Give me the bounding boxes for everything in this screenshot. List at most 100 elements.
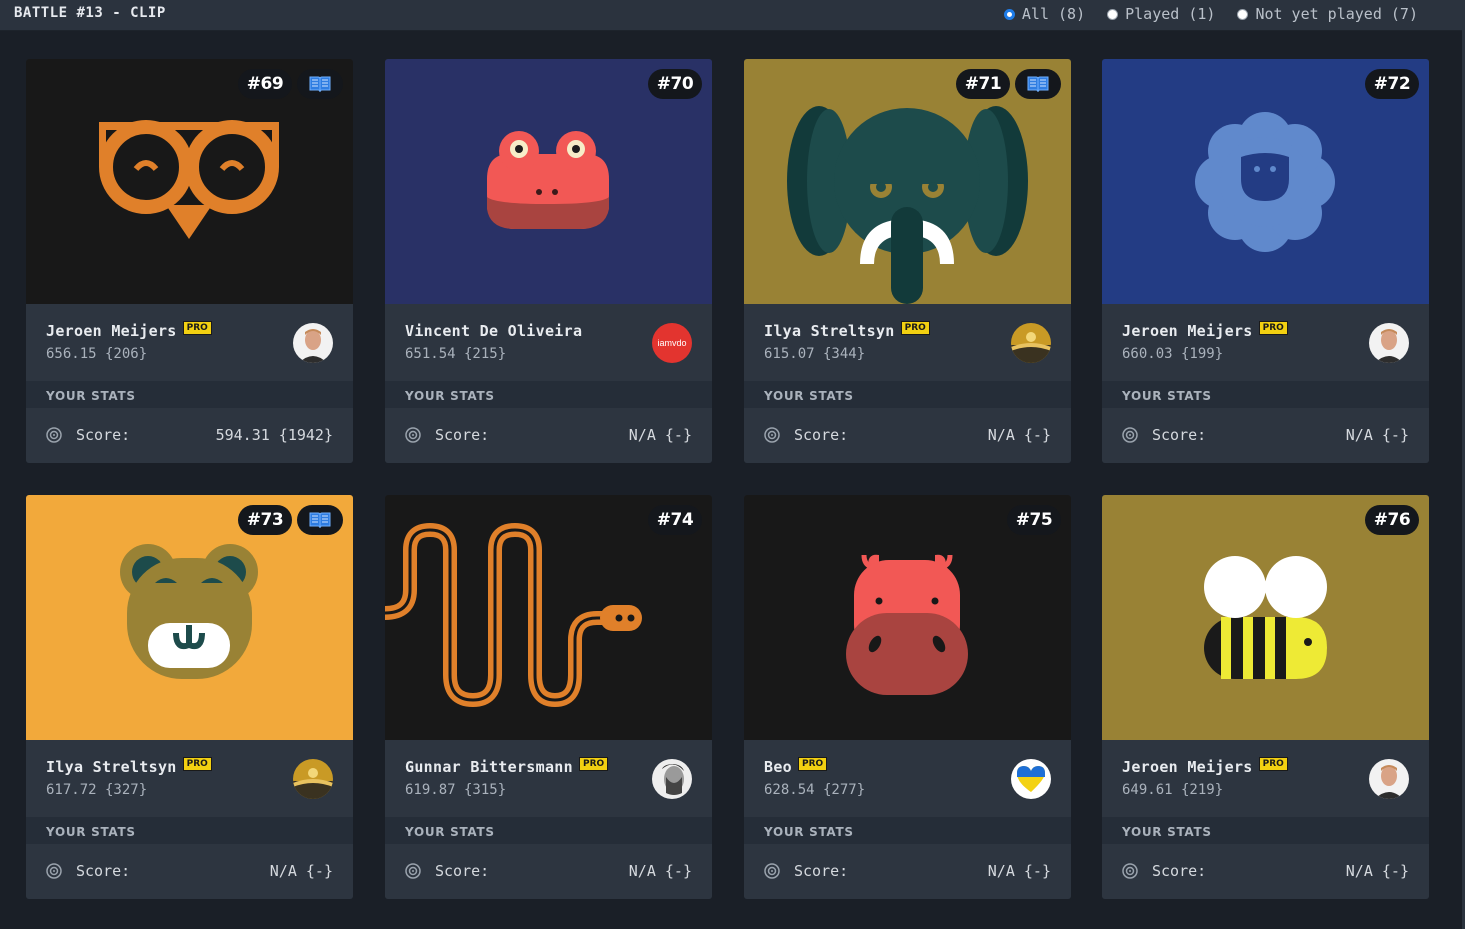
author-score: 651.54 {215}: [405, 346, 507, 362]
author-panel: Ilya Streltsyn PRO 617.72 {327}: [26, 740, 353, 817]
avatar[interactable]: [293, 759, 333, 799]
radio-played[interactable]: [1107, 8, 1119, 20]
target-card-74[interactable]: #74 Gunnar Bittersmann PRO 619.87 {315} …: [385, 495, 712, 899]
pro-badge: PRO: [1258, 757, 1288, 771]
score-row: Score: N/A {-}: [744, 408, 1071, 463]
radio-not-played[interactable]: [1237, 8, 1249, 20]
author-score: 617.72 {327}: [46, 782, 148, 798]
target-number-badge: #72: [1365, 69, 1419, 99]
score-value: N/A {-}: [628, 862, 692, 880]
author-panel: Jeroen Meijers PRO 649.61 {219}: [1102, 740, 1429, 817]
author-name[interactable]: Jeroen Meijers: [1122, 758, 1253, 776]
avatar[interactable]: [1011, 759, 1051, 799]
your-stats-label: YOUR STATS: [764, 389, 854, 403]
score-row: Score: N/A {-}: [26, 844, 353, 899]
target-icon: [1122, 863, 1138, 879]
target-number-badge: #69: [238, 69, 292, 99]
battle-title: BATTLE #13 - CLIP: [14, 5, 166, 21]
card-badges: #72: [1365, 69, 1419, 99]
target-icon: [46, 863, 62, 879]
author-panel: Beo PRO 628.54 {277}: [744, 740, 1071, 817]
author-name[interactable]: Beo: [764, 758, 792, 776]
author-panel: Ilya Streltsyn PRO 615.07 {344}: [744, 304, 1071, 381]
card-badges: #71: [956, 69, 1061, 99]
avatar[interactable]: [652, 759, 692, 799]
target-icon: [1122, 427, 1138, 443]
target-icon: [405, 863, 421, 879]
radio-all[interactable]: [1003, 8, 1015, 20]
score-label: Score:: [435, 862, 490, 880]
card-badges: #76: [1365, 505, 1419, 535]
author-score: 660.03 {199}: [1122, 346, 1224, 362]
your-stats-label: YOUR STATS: [1122, 825, 1212, 839]
author-panel: Vincent De Oliveira 651.54 {215} iamvdo: [385, 304, 712, 381]
author-score: 656.15 {206}: [46, 346, 148, 362]
target-number-badge: #70: [648, 69, 702, 99]
filter-all[interactable]: All (8): [1003, 5, 1086, 23]
score-label: Score:: [76, 426, 131, 444]
card-badges: #70: [648, 69, 702, 99]
filter-not-played-label: Not yet played (7): [1255, 5, 1418, 23]
filter-not-played[interactable]: Not yet played (7): [1237, 5, 1418, 23]
target-number-badge: #76: [1365, 505, 1419, 535]
target-icon: [764, 427, 780, 443]
avatar[interactable]: [1011, 323, 1051, 363]
author-score: 628.54 {277}: [764, 782, 866, 798]
target-card-75[interactable]: #75 Beo PRO 628.54 {277} YOUR STATS Scor…: [744, 495, 1071, 899]
score-row: Score: N/A {-}: [1102, 844, 1429, 899]
pro-badge: PRO: [900, 321, 930, 335]
author-name[interactable]: Ilya Streltsyn: [46, 758, 177, 776]
avatar[interactable]: [293, 323, 333, 363]
author-name[interactable]: Jeroen Meijers: [46, 322, 177, 340]
score-row: Score: N/A {-}: [385, 844, 712, 899]
card-badges: #69: [238, 69, 343, 99]
filter-all-label: All (8): [1021, 5, 1086, 23]
author-name[interactable]: Ilya Streltsyn: [764, 322, 895, 340]
target-card-73[interactable]: #73 Ilya Streltsyn PRO 617.72 {327} YOUR…: [26, 495, 353, 899]
author-panel: Jeroen Meijers PRO 660.03 {199}: [1102, 304, 1429, 381]
pro-badge: PRO: [578, 757, 609, 771]
avatar[interactable]: [1369, 323, 1409, 363]
score-label: Score:: [1152, 426, 1207, 444]
author-score: 619.87 {315}: [405, 782, 507, 798]
card-badges: #75: [1007, 505, 1061, 535]
target-card-71[interactable]: #71 Ilya Streltsyn PRO 615.07 {344} YOUR…: [744, 59, 1071, 463]
card-badges: #73: [238, 505, 343, 535]
score-label: Score:: [1152, 862, 1207, 880]
author-name[interactable]: Jeroen Meijers: [1122, 322, 1253, 340]
target-card-70[interactable]: #70 Vincent De Oliveira 651.54 {215} iam…: [385, 59, 712, 463]
avatar[interactable]: [1369, 759, 1409, 799]
target-number-badge: #75: [1007, 505, 1061, 535]
book-open-icon[interactable]: [297, 69, 343, 99]
score-value: N/A {-}: [1345, 862, 1409, 880]
target-number-badge: #74: [648, 505, 702, 535]
book-open-icon[interactable]: [297, 505, 343, 535]
score-row: Score: N/A {-}: [744, 844, 1071, 899]
target-icon: [764, 863, 780, 879]
target-icon: [46, 427, 62, 443]
target-number-badge: #71: [956, 69, 1010, 99]
target-icon: [405, 427, 421, 443]
score-row: Score: N/A {-}: [385, 408, 712, 463]
score-value: N/A {-}: [269, 862, 333, 880]
avatar[interactable]: iamvdo: [652, 323, 692, 363]
filter-played-label: Played (1): [1125, 5, 1216, 23]
score-value: N/A {-}: [987, 426, 1051, 444]
author-name[interactable]: Gunnar Bittersmann: [405, 758, 573, 776]
pro-badge: PRO: [182, 757, 212, 771]
target-card-72[interactable]: #72 Jeroen Meijers PRO 660.03 {199} YOUR…: [1102, 59, 1429, 463]
score-value: N/A {-}: [987, 862, 1051, 880]
target-card-76[interactable]: #76 Jeroen Meijers PRO 649.61 {219} YOUR…: [1102, 495, 1429, 899]
target-card-69[interactable]: #69 Jeroen Meijers PRO 656.15 {206} YOUR…: [26, 59, 353, 463]
pro-badge: PRO: [798, 757, 828, 771]
your-stats-label: YOUR STATS: [46, 825, 136, 839]
pro-badge: PRO: [1258, 321, 1288, 335]
score-value: N/A {-}: [628, 426, 692, 444]
book-open-icon[interactable]: [1015, 69, 1061, 99]
score-label: Score:: [76, 862, 131, 880]
your-stats-label: YOUR STATS: [405, 825, 495, 839]
card-badges: #74: [648, 505, 702, 535]
filter-played[interactable]: Played (1): [1107, 5, 1215, 23]
author-name[interactable]: Vincent De Oliveira: [405, 322, 582, 340]
score-value: 594.31 {1942}: [215, 426, 333, 444]
